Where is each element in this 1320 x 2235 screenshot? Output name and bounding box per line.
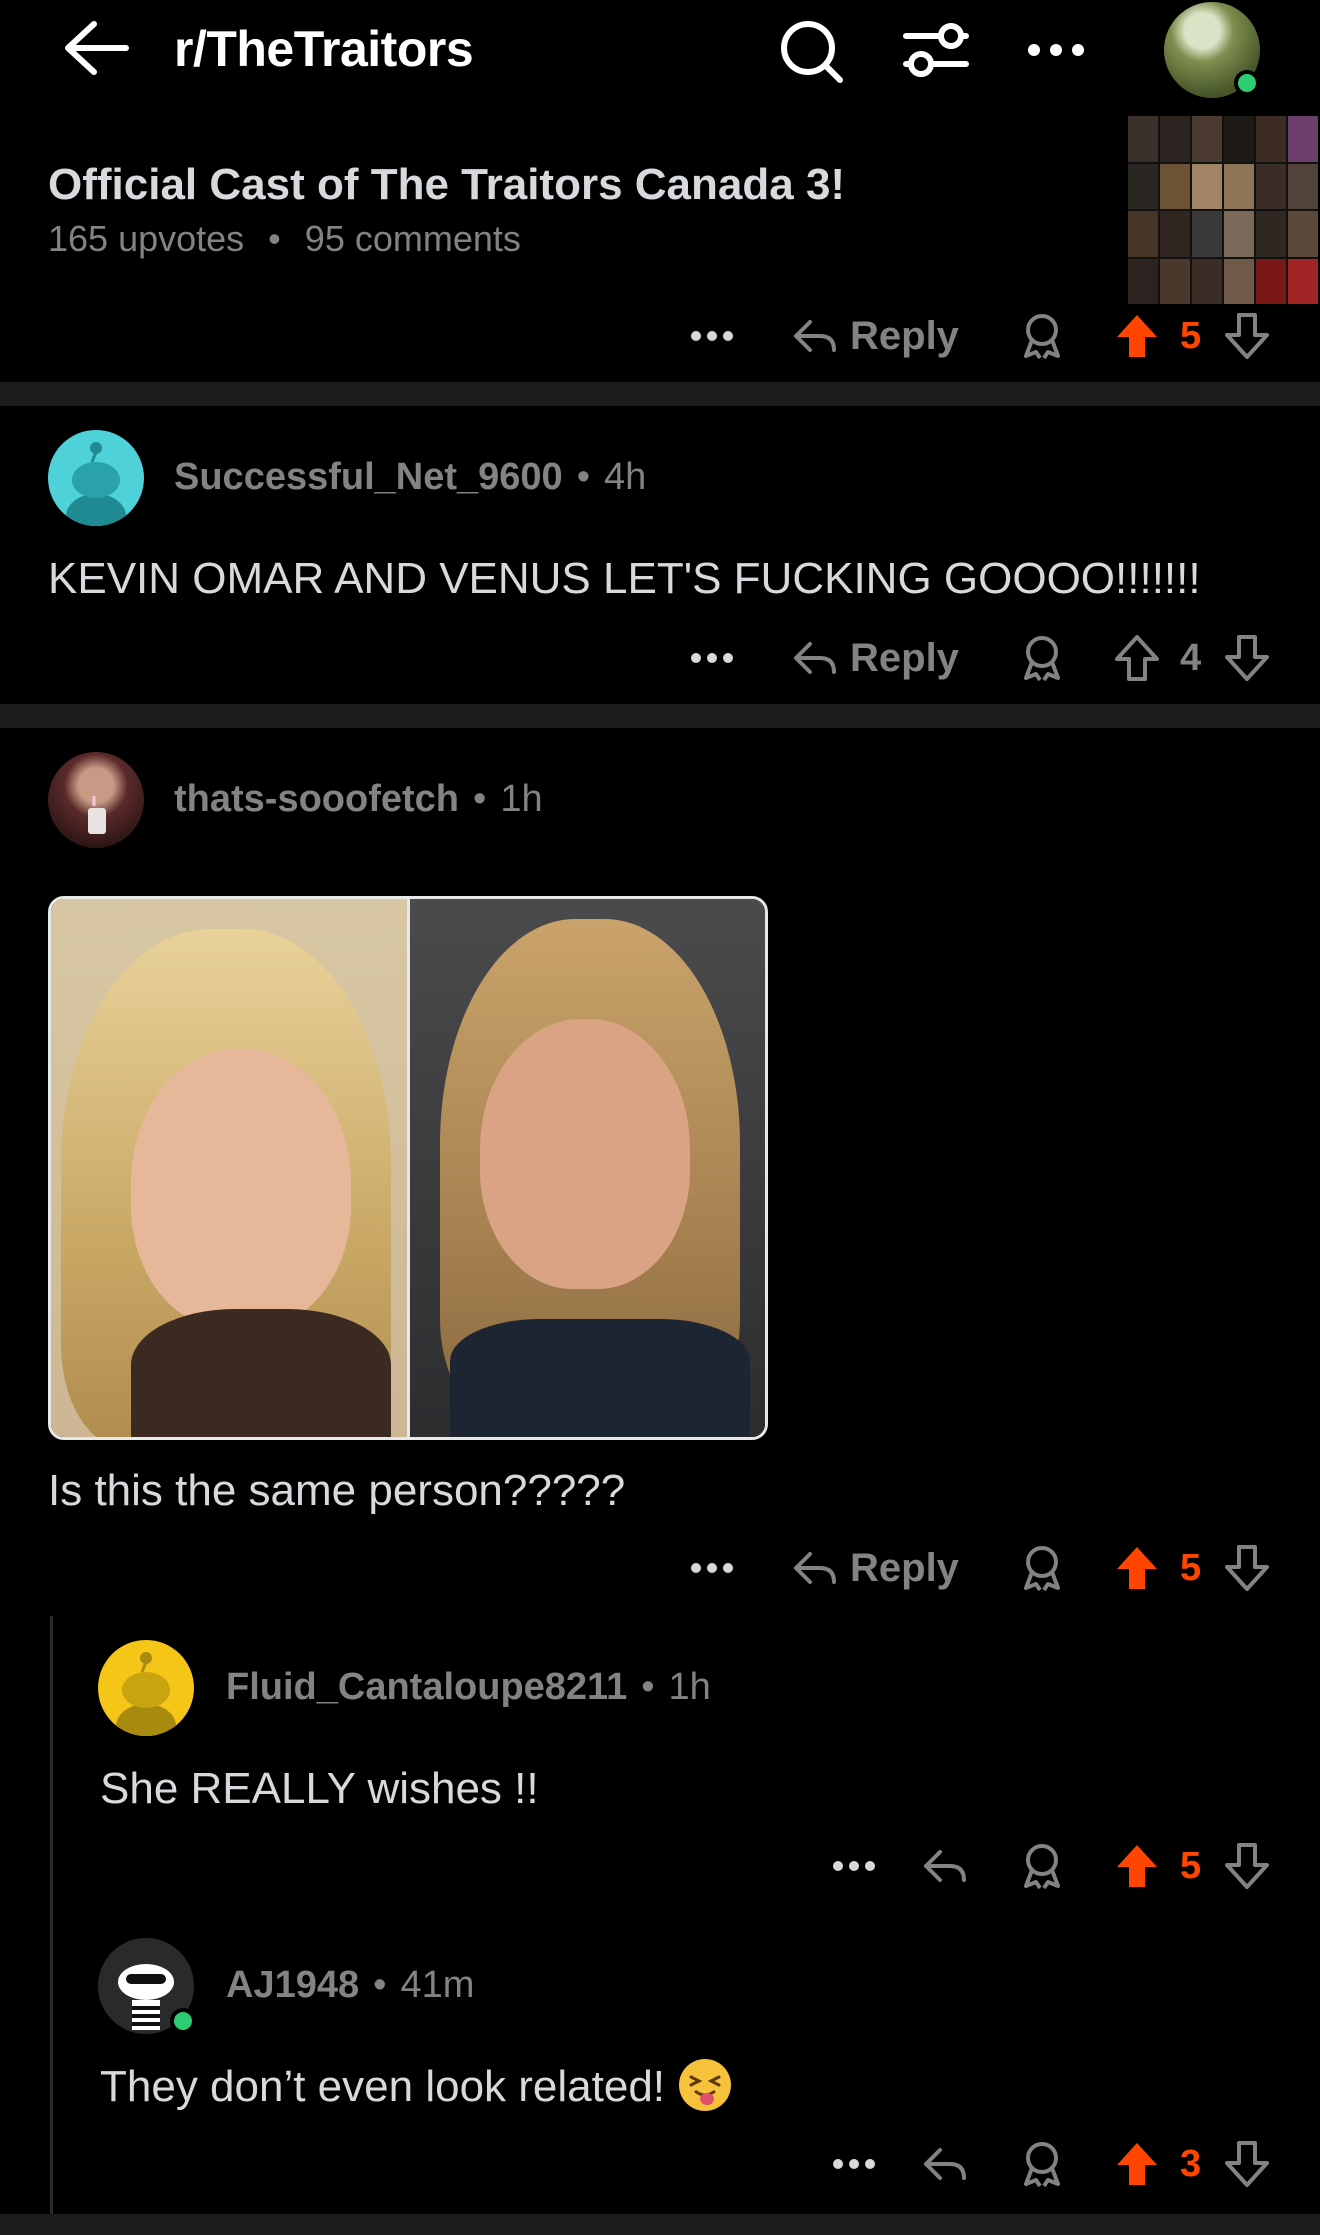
- username[interactable]: Successful_Net_9600: [174, 456, 563, 498]
- post-title[interactable]: Official Cast of The Traitors Canada 3!: [48, 160, 845, 210]
- downvote-icon[interactable]: [1224, 1538, 1270, 1598]
- snoo-avatar[interactable]: [98, 1640, 194, 1736]
- username[interactable]: AJ1948: [226, 1964, 359, 2006]
- comment-meta: Fluid_Cantaloupe8211 • 1h: [226, 1666, 711, 1709]
- snoo-avatar[interactable]: [48, 430, 144, 526]
- online-indicator: [1234, 70, 1260, 96]
- top-bar: r/TheTraitors: [0, 0, 1320, 100]
- upvote-icon[interactable]: [1114, 306, 1160, 366]
- timestamp: 4h: [604, 456, 647, 498]
- comment-actions: 3: [820, 2134, 1290, 2194]
- comment-actions: Reply 5: [690, 1538, 1290, 1598]
- post-thumbnail[interactable]: [1128, 116, 1318, 304]
- squinting-face-with-tongue-icon: [679, 2059, 732, 2112]
- comment-actions: Reply 4: [690, 628, 1290, 688]
- comment-actions: 5: [820, 1836, 1290, 1896]
- comment-body: They don’t even look related!: [100, 2059, 732, 2115]
- search-icon[interactable]: [776, 16, 848, 84]
- photo-left: [51, 899, 407, 1437]
- award-icon[interactable]: [1020, 2134, 1064, 2194]
- more-options-icon[interactable]: [690, 306, 734, 366]
- post-meta: 165 upvotes • 95 comments: [48, 218, 521, 260]
- reply-label: Reply: [850, 1545, 959, 1590]
- vote-score: 5: [1180, 1546, 1202, 1589]
- timestamp: 1h: [500, 778, 543, 820]
- comment-image[interactable]: [48, 896, 768, 1440]
- filter-icon[interactable]: [900, 16, 972, 84]
- comment-body: Is this the same person?????: [48, 1466, 626, 1515]
- comment-body: KEVIN OMAR AND VENUS LET'S FUCKING GOOOO…: [48, 554, 1201, 603]
- reply-icon[interactable]: [922, 1836, 968, 1896]
- upvote-count: 165 upvotes: [48, 218, 245, 259]
- meta-separator: •: [641, 1666, 655, 1708]
- award-icon[interactable]: [1020, 1836, 1064, 1896]
- comment-text: They don’t even look related!: [100, 2062, 666, 2111]
- upvote-icon[interactable]: [1114, 2134, 1160, 2194]
- reply-label: Reply: [850, 313, 959, 358]
- downvote-icon[interactable]: [1224, 1836, 1270, 1896]
- section-divider: [0, 704, 1320, 728]
- reply-button[interactable]: Reply: [792, 306, 959, 366]
- comment-meta: thats-sooofetch • 1h: [174, 778, 543, 821]
- vote-score: 4: [1180, 636, 1202, 679]
- comment-meta: Successful_Net_9600 • 4h: [174, 456, 646, 499]
- upvote-icon[interactable]: [1114, 1538, 1160, 1598]
- post-actions: Reply 5: [690, 306, 1290, 366]
- username[interactable]: thats-sooofetch: [174, 778, 459, 820]
- vote-score: 5: [1180, 1844, 1202, 1887]
- downvote-icon[interactable]: [1224, 306, 1270, 366]
- comment-body: She REALLY wishes !!: [100, 1764, 539, 1813]
- timestamp: 41m: [400, 1964, 475, 2006]
- meta-separator: •: [576, 456, 590, 498]
- vote-score: 5: [1180, 314, 1202, 357]
- reply-icon[interactable]: [922, 2134, 968, 2194]
- comment-meta: AJ1948 • 41m: [226, 1964, 474, 2007]
- award-icon[interactable]: [1020, 306, 1064, 366]
- section-divider: [0, 382, 1320, 406]
- online-indicator: [170, 2008, 196, 2034]
- reply-button[interactable]: Reply: [792, 1538, 959, 1598]
- downvote-icon[interactable]: [1224, 628, 1270, 688]
- comment-count: 95 comments: [304, 218, 521, 259]
- username[interactable]: Fluid_Cantaloupe8211: [226, 1666, 627, 1708]
- thread-line[interactable]: [50, 1616, 53, 2216]
- meta-separator: •: [373, 1964, 387, 2006]
- more-options-icon[interactable]: [690, 1538, 734, 1598]
- reply-label: Reply: [850, 635, 959, 680]
- upvote-icon[interactable]: [1114, 628, 1160, 688]
- award-icon[interactable]: [1020, 628, 1064, 688]
- more-options-icon[interactable]: [832, 2134, 876, 2194]
- vote-score: 3: [1180, 2142, 1202, 2185]
- more-options-icon[interactable]: [690, 628, 734, 688]
- back-arrow-icon[interactable]: [60, 18, 130, 78]
- profile-avatar[interactable]: [48, 752, 144, 848]
- more-icon[interactable]: [1020, 16, 1092, 84]
- downvote-icon[interactable]: [1224, 2134, 1270, 2194]
- timestamp: 1h: [668, 1666, 711, 1708]
- award-icon[interactable]: [1020, 1538, 1064, 1598]
- photo-right: [406, 899, 765, 1437]
- section-divider: [0, 2214, 1320, 2235]
- meta-separator: •: [268, 218, 281, 259]
- more-options-icon[interactable]: [832, 1836, 876, 1896]
- upvote-icon[interactable]: [1114, 1836, 1160, 1896]
- subreddit-name[interactable]: r/TheTraitors: [174, 20, 474, 78]
- meta-separator: •: [473, 778, 487, 820]
- reply-button[interactable]: Reply: [792, 628, 959, 688]
